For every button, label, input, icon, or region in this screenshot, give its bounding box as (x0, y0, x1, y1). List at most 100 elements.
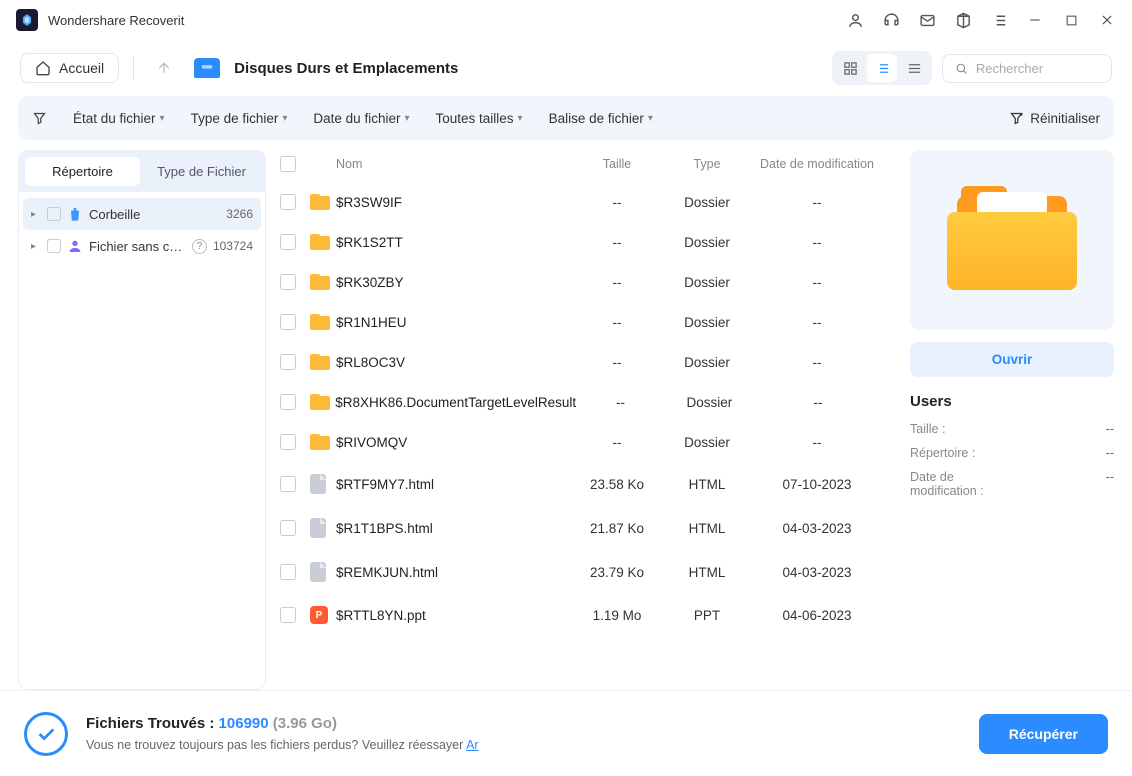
tree: ▸Corbeille3266▸Fichier sans che...?10372… (19, 192, 265, 268)
file-type: Dossier (662, 195, 752, 210)
found-summary: Fichiers Trouvés : 106990 (3.96 Go) (86, 715, 479, 732)
folder-icon (310, 434, 330, 450)
view-details-button[interactable] (899, 54, 929, 82)
col-size[interactable]: Taille (572, 157, 662, 171)
view-mode-group (832, 51, 932, 85)
expand-icon[interactable]: ▸ (31, 209, 41, 220)
search-box[interactable] (942, 54, 1112, 83)
expand-icon[interactable]: ▸ (31, 241, 41, 252)
status-check-icon (24, 712, 68, 756)
mail-icon[interactable] (918, 11, 936, 29)
col-type[interactable]: Type (662, 157, 752, 171)
file-row[interactable]: $RK1S2TT--Dossier-- (266, 222, 896, 262)
tree-checkbox[interactable] (47, 239, 61, 253)
account-icon[interactable] (846, 11, 864, 29)
file-row[interactable]: $R1N1HEU--Dossier-- (266, 302, 896, 342)
open-button[interactable]: Ouvrir (910, 342, 1114, 377)
recover-button[interactable]: Récupérer (979, 714, 1108, 754)
menu-icon[interactable] (990, 11, 1008, 29)
file-row[interactable]: P$RTTL8YN.ppt1.19 MoPPT04-06-2023 (266, 594, 896, 636)
file-name: $REMKJUN.html (336, 565, 572, 580)
file-row[interactable]: $RTF9MY7.html23.58 KoHTML07-10-2023 (266, 462, 896, 506)
file-row[interactable]: $R1T1BPS.html21.87 KoHTML04-03-2023 (266, 506, 896, 550)
file-row[interactable]: $RIVOMQV--Dossier-- (266, 422, 896, 462)
toolbar: Accueil Disques Durs et Emplacements (0, 40, 1132, 96)
tree-count: 103724 (213, 239, 253, 253)
reset-filters-button[interactable]: Réinitialiser (1009, 111, 1100, 126)
support-icon[interactable] (882, 11, 900, 29)
folder-icon (310, 194, 330, 210)
row-checkbox[interactable] (280, 520, 296, 536)
file-name: $R8XHK86.DocumentTargetLevelResult (335, 395, 576, 410)
folder-icon (310, 314, 330, 330)
row-checkbox[interactable] (280, 194, 296, 210)
file-type: Dossier (665, 395, 754, 410)
close-icon[interactable] (1098, 11, 1116, 29)
file-date: -- (754, 395, 882, 410)
sidebar-tab-filetype[interactable]: Type de Fichier (144, 157, 259, 186)
tree-label: Corbeille (89, 207, 220, 222)
file-row[interactable]: $R8XHK86.DocumentTargetLevelResult --Doss… (266, 382, 896, 422)
file-date: -- (752, 195, 882, 210)
view-grid-button[interactable] (835, 54, 865, 82)
filter-type-dropdown[interactable]: Type de fichier▾ (191, 111, 288, 126)
select-all-checkbox[interactable] (280, 156, 296, 172)
titlebar: Wondershare Recoverit (0, 0, 1132, 40)
home-label: Accueil (59, 60, 104, 76)
file-row[interactable]: $RL8OC3V--Dossier-- (266, 342, 896, 382)
view-list-button[interactable] (867, 54, 897, 82)
up-button[interactable] (148, 52, 180, 84)
preview-title: Users (910, 389, 1114, 410)
file-name: $RK30ZBY (336, 275, 572, 290)
maximize-icon[interactable] (1062, 11, 1080, 29)
sidebar-tab-directory[interactable]: Répertoire (25, 157, 140, 186)
file-date: -- (752, 275, 882, 290)
file-list: Nom Taille Type Date de modification $R3… (266, 150, 896, 690)
filter-tag-dropdown[interactable]: Balise de fichier▾ (549, 111, 653, 126)
row-checkbox[interactable] (280, 274, 296, 290)
file-row[interactable]: $R3SW9IF--Dossier-- (266, 182, 896, 222)
filter-date-dropdown[interactable]: Date du fichier▾ (313, 111, 409, 126)
hint-text: Vous ne trouvez toujours pas les fichier… (86, 738, 479, 752)
tree-checkbox[interactable] (47, 207, 61, 221)
filter-icon[interactable] (32, 111, 47, 126)
row-checkbox[interactable] (280, 234, 296, 250)
chevron-down-icon: ▾ (160, 113, 165, 124)
minimize-icon[interactable] (1026, 11, 1044, 29)
file-row[interactable]: $REMKJUN.html23.79 KoHTML04-03-2023 (266, 550, 896, 594)
row-checkbox[interactable] (280, 476, 296, 492)
meta-size-label: Taille : (910, 422, 945, 436)
file-icon (310, 474, 326, 494)
file-size: -- (572, 315, 662, 330)
row-checkbox[interactable] (280, 564, 296, 580)
home-button[interactable]: Accueil (20, 53, 119, 83)
package-icon[interactable] (954, 11, 972, 29)
file-size: 23.58 Ko (572, 477, 662, 492)
file-name: $RL8OC3V (336, 355, 572, 370)
row-checkbox[interactable] (280, 434, 296, 450)
file-name: $R3SW9IF (336, 195, 572, 210)
reset-icon (1009, 111, 1024, 126)
tree-item[interactable]: ▸Fichier sans che...?103724 (23, 230, 261, 262)
filter-size-dropdown[interactable]: Toutes tailles▾ (435, 111, 522, 126)
row-checkbox[interactable] (280, 354, 296, 370)
chevron-down-icon: ▾ (518, 113, 523, 124)
file-type: Dossier (662, 275, 752, 290)
chevron-down-icon: ▾ (648, 113, 653, 124)
sidebar: Répertoire Type de Fichier ▸Corbeille326… (18, 150, 266, 690)
col-name[interactable]: Nom (336, 157, 572, 171)
row-checkbox[interactable] (280, 607, 296, 623)
retry-link[interactable]: Ar (466, 738, 479, 752)
row-checkbox[interactable] (280, 394, 296, 410)
file-type: HTML (662, 521, 752, 536)
app-title: Wondershare Recoverit (48, 13, 184, 28)
file-type: Dossier (662, 315, 752, 330)
search-input[interactable] (976, 61, 1099, 76)
tree-item[interactable]: ▸Corbeille3266 (23, 198, 261, 230)
col-date[interactable]: Date de modification (752, 157, 882, 171)
file-row[interactable]: $RK30ZBY--Dossier-- (266, 262, 896, 302)
filter-state-dropdown[interactable]: État du fichier▾ (73, 111, 165, 126)
breadcrumb[interactable]: Disques Durs et Emplacements (234, 60, 458, 77)
help-icon[interactable]: ? (192, 239, 207, 254)
row-checkbox[interactable] (280, 314, 296, 330)
